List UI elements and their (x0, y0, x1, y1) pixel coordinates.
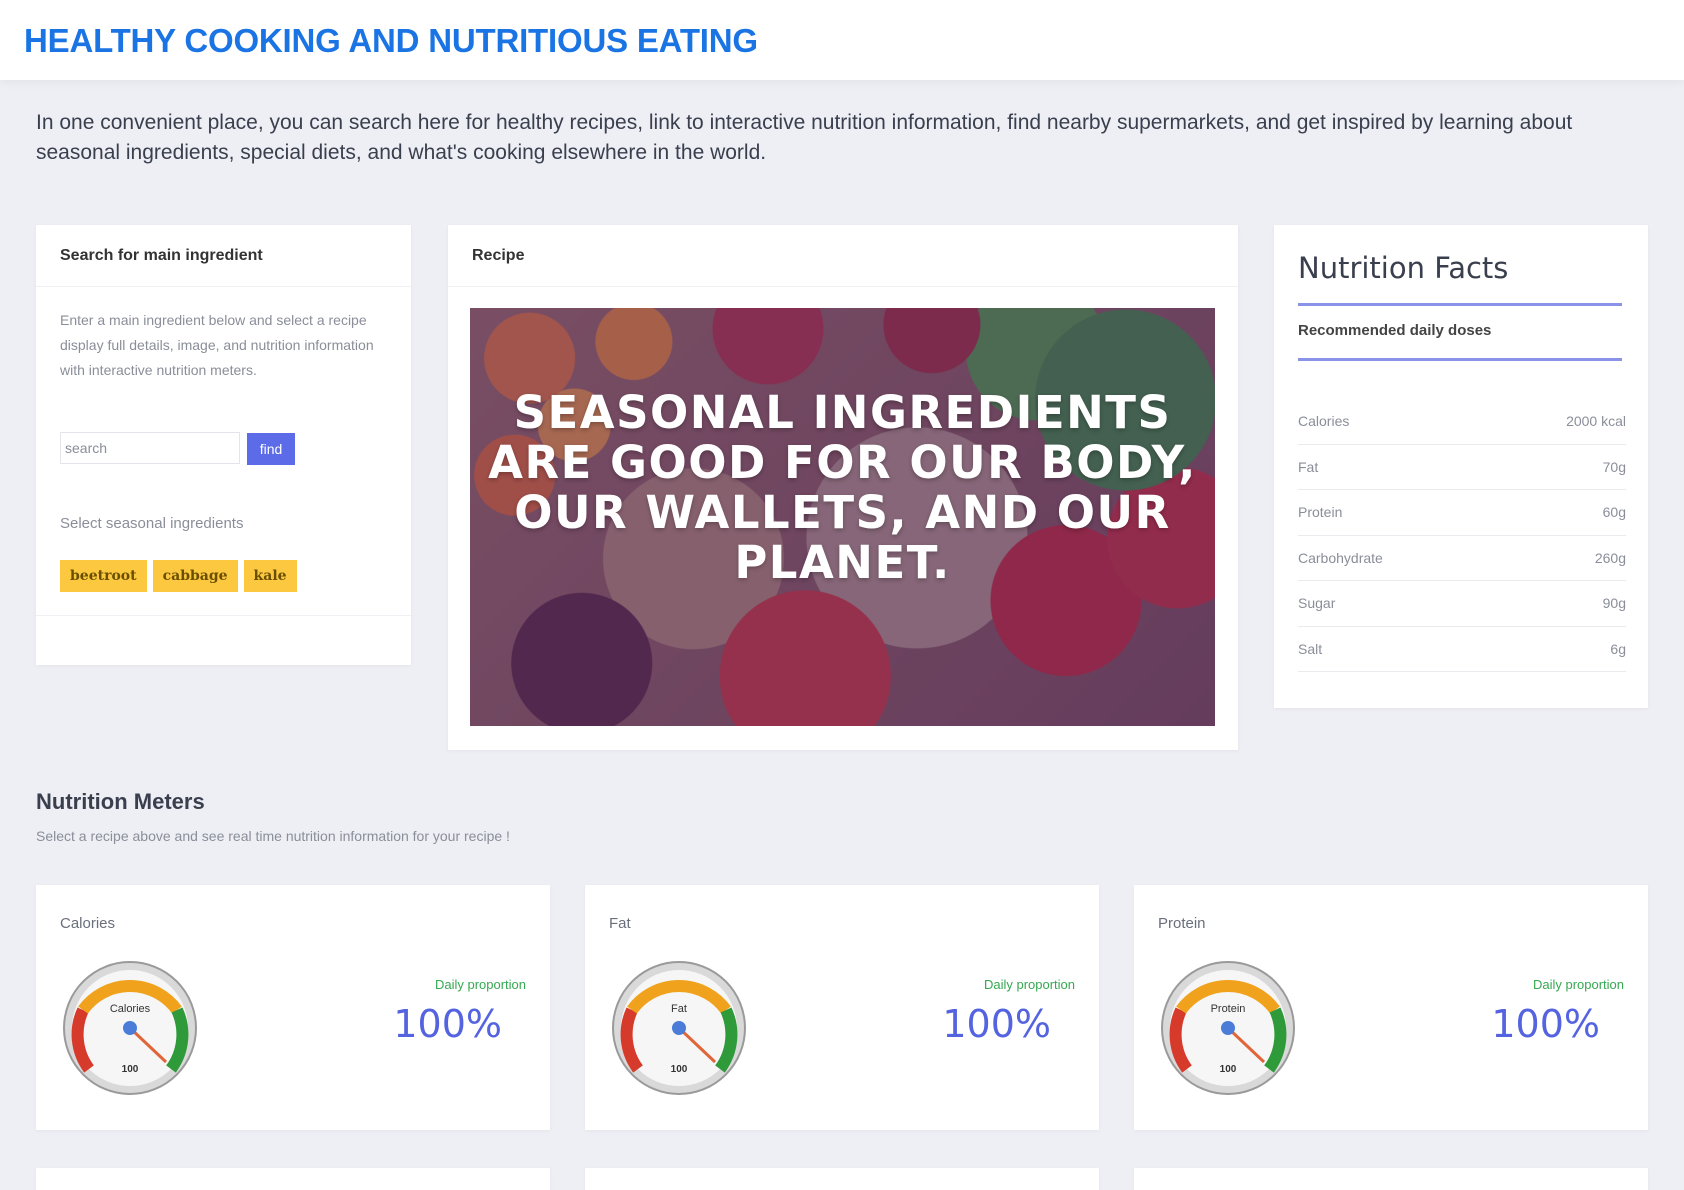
recipe-image-text: SEASONAL INGREDIENTS ARE GOOD FOR OUR BO… (488, 386, 1197, 589)
facts-label: Protein (1298, 504, 1343, 521)
facts-value: 60g (1602, 504, 1626, 521)
gauge-label: Protein (1211, 1003, 1246, 1015)
gauge-label: Calories (110, 1003, 151, 1015)
meters-title: Nutrition Meters (36, 789, 205, 814)
facts-row: Carbohydrate 260g (1298, 536, 1626, 581)
percent-value: 100% (942, 1002, 1051, 1046)
daily-proportion-label: Daily proportion (983, 977, 1075, 992)
facts-value: 2000 kcal (1566, 413, 1626, 430)
intro-text: In one convenient place, you can search … (36, 111, 1573, 164)
daily-proportion-label: Daily proportion (1532, 977, 1624, 992)
gauge-icon: Fat 100 (612, 961, 746, 1095)
facts-label: Sugar (1298, 595, 1336, 612)
gauge-value: 100 (1220, 1064, 1237, 1075)
chip-cabbage[interactable]: cabbage (152, 560, 238, 592)
meter-card-calories: Calories Calories 100 Daily proportion 1… (36, 885, 550, 1130)
meter-card-partial (585, 1168, 1099, 1190)
card-divider (36, 615, 411, 616)
facts-list: Calories 2000 kcal Fat 70g Protein 60g Carb… (1298, 399, 1626, 672)
gauge-value: 100 (122, 1064, 139, 1075)
meter-card-partial (1134, 1168, 1648, 1190)
chip-beetroot[interactable]: beetroot (60, 560, 147, 592)
percent-value: 100% (1491, 1002, 1600, 1046)
facts-label: Carbohydrate (1298, 549, 1383, 566)
facts-label: Calories (1298, 413, 1350, 430)
percent-value: 100% (393, 1002, 502, 1046)
search-card: Search for main ingredient Enter a main … (36, 225, 411, 665)
facts-row: Fat 70g (1298, 445, 1626, 490)
meter-title: Fat (609, 915, 631, 932)
facts-row: Calories 2000 kcal (1298, 399, 1626, 445)
search-description: Enter a main ingredient below and select… (60, 312, 374, 378)
page-title: HEALTHY COOKING AND NUTRITIOUS EATING (24, 22, 758, 59)
seasonal-chips: beetroot cabbage kale (60, 560, 297, 592)
search-card-title: Search for main ingredient (36, 225, 411, 287)
search-input[interactable] (60, 432, 240, 464)
facts-row: Sugar 90g (1298, 581, 1626, 627)
gauge-icon: Calories 100 (63, 961, 197, 1095)
facts-title: Nutrition Facts (1298, 251, 1509, 285)
gauge-label: Fat (671, 1003, 687, 1015)
facts-subtitle: Recommended daily doses (1298, 322, 1492, 339)
facts-row: Salt 6g (1298, 627, 1626, 672)
facts-value: 70g (1602, 458, 1626, 475)
chip-kale[interactable]: kale (243, 560, 297, 592)
meter-card-fat: Fat Fat 100 Daily proportion 100% (585, 885, 1099, 1130)
meter-title: Protein (1158, 915, 1206, 932)
nutrition-facts-card: Nutrition Facts Recommended daily doses … (1274, 225, 1648, 708)
gauge-value: 100 (671, 1064, 688, 1075)
facts-label: Salt (1298, 640, 1323, 657)
daily-proportion-label: Daily proportion (434, 977, 526, 992)
facts-rule (1298, 303, 1622, 306)
meters-subtitle: Select a recipe above and see real time … (36, 828, 510, 844)
find-button[interactable]: find (247, 433, 295, 465)
facts-row: Protein 60g (1298, 490, 1626, 536)
meter-title: Calories (60, 915, 116, 932)
facts-value: 6g (1610, 640, 1626, 657)
recipe-image: SEASONAL INGREDIENTS ARE GOOD FOR OUR BO… (470, 308, 1215, 726)
facts-label: Fat (1298, 458, 1319, 475)
top-bar: HEALTHY COOKING AND NUTRITIOUS EATING (0, 0, 1684, 80)
gauge-icon: Protein 100 (1161, 961, 1295, 1095)
meter-card-partial (36, 1168, 550, 1190)
facts-value: 90g (1602, 595, 1626, 612)
meter-card-protein: Protein Protein 100 Daily proportion 100… (1134, 885, 1648, 1130)
facts-rule (1298, 358, 1622, 361)
recipe-card-title: Recipe (448, 225, 1238, 287)
facts-value: 260g (1594, 549, 1626, 566)
seasonal-label: Select seasonal ingredients (60, 515, 244, 532)
recipe-card: Recipe SEASONAL INGREDIENTS ARE GOOD FOR… (448, 225, 1238, 750)
